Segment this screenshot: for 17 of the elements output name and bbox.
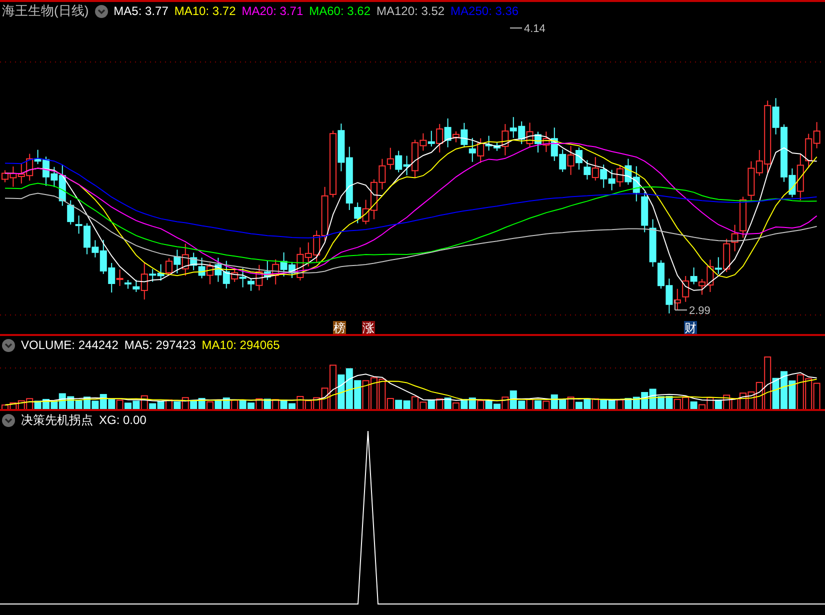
legend-value: MA5: 3.77 [114,3,168,20]
legend-value: XG: 0.00 [99,412,146,429]
legend-value: MA20: 3.71 [242,3,304,20]
event-marker[interactable]: 涨 [362,321,375,335]
stock-title: 海王生物(日线) [2,2,89,20]
legend-value: VOLUME: 244242 [21,337,118,354]
event-marker[interactable]: 榜 [333,321,346,335]
legend-value: MA5: 297423 [124,337,196,354]
legend-value: MA10: 3.72 [174,3,236,20]
legend-value: MA60: 3.62 [309,3,370,20]
legend-value: MA10: 294065 [202,337,280,354]
event-marker[interactable]: 财 [684,321,697,335]
legend-value: 决策先机拐点 [21,412,93,429]
legend-value: MA250: 3.36 [450,3,519,20]
legend-value: MA120: 3.52 [376,3,445,20]
price-label: 2.99 [689,305,710,317]
price-label: 4.14 [524,23,546,35]
